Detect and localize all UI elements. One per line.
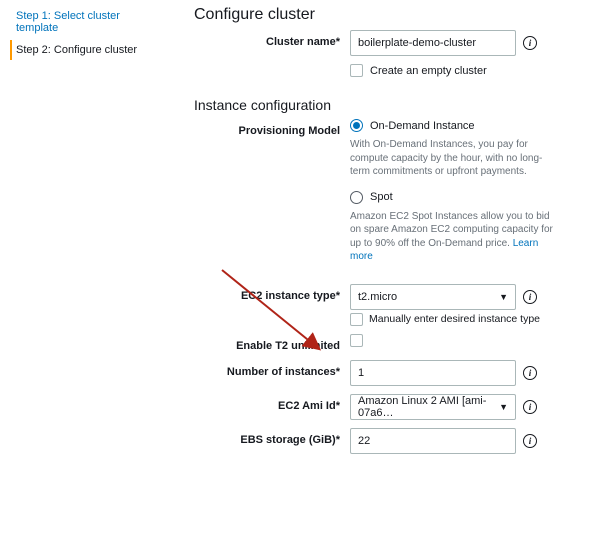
create-empty-cluster-label: Create an empty cluster bbox=[370, 65, 487, 77]
enable-t2-unlimited-label: Enable T2 unlimited bbox=[194, 334, 350, 352]
ec2-instance-type-value: t2.micro bbox=[358, 291, 397, 303]
cluster-name-input[interactable] bbox=[350, 30, 516, 56]
chevron-down-icon: ▼ bbox=[499, 292, 508, 302]
page-title: Configure cluster bbox=[194, 0, 586, 30]
number-of-instances-label: Number of instances* bbox=[194, 360, 350, 378]
create-empty-cluster-checkbox[interactable] bbox=[350, 64, 363, 77]
section-instance-title: Instance configuration bbox=[194, 85, 586, 119]
ec2-instance-type-label: EC2 instance type* bbox=[194, 284, 350, 302]
chevron-down-icon: ▼ bbox=[499, 402, 508, 412]
ec2-ami-id-label: EC2 Ami Id* bbox=[194, 394, 350, 412]
cluster-name-label: Cluster name* bbox=[194, 30, 350, 48]
spot-help: Amazon EC2 Spot Instances allow you to b… bbox=[350, 210, 560, 264]
on-demand-help: With On-Demand Instances, you pay for co… bbox=[350, 138, 560, 179]
ec2-instance-type-select[interactable]: t2.micro ▼ bbox=[350, 284, 516, 310]
info-icon[interactable]: i bbox=[523, 400, 537, 414]
info-icon[interactable]: i bbox=[523, 434, 537, 448]
ebs-storage-label: EBS storage (GiB)* bbox=[194, 428, 350, 446]
wizard-step-2[interactable]: Step 2: Configure cluster bbox=[10, 40, 146, 60]
ec2-ami-id-select[interactable]: Amazon Linux 2 AMI [ami-07a6… ▼ bbox=[350, 394, 516, 420]
info-icon[interactable]: i bbox=[523, 366, 537, 380]
ebs-storage-input[interactable] bbox=[350, 428, 516, 454]
info-icon[interactable]: i bbox=[523, 36, 537, 50]
ec2-ami-id-value: Amazon Linux 2 AMI [ami-07a6… bbox=[358, 395, 499, 419]
on-demand-radio[interactable] bbox=[350, 119, 363, 132]
empty-label bbox=[194, 64, 350, 70]
spot-radio[interactable] bbox=[350, 191, 363, 204]
number-of-instances-input[interactable] bbox=[350, 360, 516, 386]
provisioning-model-label: Provisioning Model bbox=[194, 119, 350, 137]
wizard-sidebar: Step 1: Select cluster template Step 2: … bbox=[0, 0, 150, 550]
manual-instance-label: Manually enter desired instance type bbox=[369, 313, 540, 325]
info-icon[interactable]: i bbox=[523, 290, 537, 304]
main-content: Configure cluster Cluster name* i Create… bbox=[150, 0, 600, 550]
on-demand-radio-label: On-Demand Instance bbox=[370, 120, 475, 132]
manual-instance-checkbox[interactable] bbox=[350, 313, 363, 326]
spot-radio-label: Spot bbox=[370, 191, 393, 203]
wizard-step-1[interactable]: Step 1: Select cluster template bbox=[10, 6, 146, 38]
enable-t2-unlimited-checkbox[interactable] bbox=[350, 334, 363, 347]
